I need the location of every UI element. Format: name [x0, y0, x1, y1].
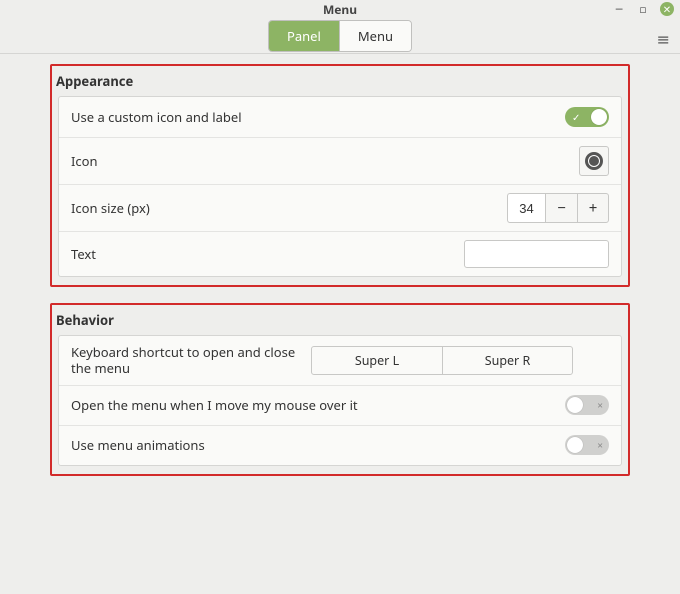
icon-label: Icon [71, 152, 579, 170]
behavior-heading: Behavior [52, 305, 628, 335]
check-icon: ✓ [572, 110, 580, 124]
behavior-group: Behavior Keyboard shortcut to open and c… [50, 303, 630, 476]
toggle-knob [591, 109, 607, 125]
animations-toggle[interactable]: × [565, 435, 609, 455]
toggle-knob [567, 437, 583, 453]
text-input[interactable] [464, 240, 609, 268]
x-icon: × [597, 438, 603, 452]
titlebar: Menu ─ ▫ ✕ [0, 0, 680, 18]
close-button[interactable]: ✕ [660, 2, 674, 16]
icon-size-input[interactable] [507, 193, 545, 223]
row-icon: Icon [59, 137, 621, 184]
hamburger-menu-icon[interactable]: ≡ [657, 28, 670, 50]
shortcut-super-r[interactable]: Super R [442, 347, 572, 374]
custom-icon-toggle[interactable]: ✓ [565, 107, 609, 127]
maximize-button[interactable]: ▫ [636, 2, 650, 16]
hover-label: Open the menu when I move my mouse over … [71, 396, 565, 414]
appearance-heading: Appearance [52, 66, 628, 96]
row-open-on-hover: Open the menu when I move my mouse over … [59, 385, 621, 425]
icon-size-decrement[interactable]: − [545, 193, 577, 223]
appearance-group: Appearance Use a custom icon and label ✓… [50, 64, 630, 287]
tab-group: Panel Menu [268, 20, 412, 52]
tab-panel[interactable]: Panel [269, 21, 339, 51]
tab-menu[interactable]: Menu [339, 21, 411, 51]
tab-bar: Panel Menu ≡ [0, 18, 680, 54]
custom-icon-label-text: Use a custom icon and label [71, 108, 565, 126]
row-text: Text [59, 231, 621, 276]
minimize-button[interactable]: ─ [612, 2, 626, 16]
row-shortcut: Keyboard shortcut to open and close the … [59, 336, 621, 385]
row-animations: Use menu animations × [59, 425, 621, 465]
window-controls: ─ ▫ ✕ [612, 2, 674, 16]
icon-size-label: Icon size (px) [71, 199, 507, 217]
hover-toggle[interactable]: × [565, 395, 609, 415]
behavior-list: Keyboard shortcut to open and close the … [58, 335, 622, 466]
toggle-knob [567, 397, 583, 413]
appearance-list: Use a custom icon and label ✓ Icon I [58, 96, 622, 277]
icon-chooser-button[interactable] [579, 146, 609, 176]
shortcut-super-l[interactable]: Super L [312, 347, 442, 374]
row-icon-size: Icon size (px) − + [59, 184, 621, 231]
animations-label: Use menu animations [71, 436, 565, 454]
content-area: Appearance Use a custom icon and label ✓… [0, 54, 680, 502]
icon-size-stepper: − + [507, 193, 609, 223]
close-icon: ✕ [663, 2, 671, 16]
mint-logo-icon [585, 152, 603, 170]
shortcut-buttons: Super L Super R [311, 346, 573, 375]
shortcut-label: Keyboard shortcut to open and close the … [71, 344, 311, 377]
x-icon: × [597, 398, 603, 412]
text-label: Text [71, 245, 464, 263]
icon-size-increment[interactable]: + [577, 193, 609, 223]
row-custom-icon-label: Use a custom icon and label ✓ [59, 97, 621, 137]
window-title: Menu [323, 1, 357, 18]
